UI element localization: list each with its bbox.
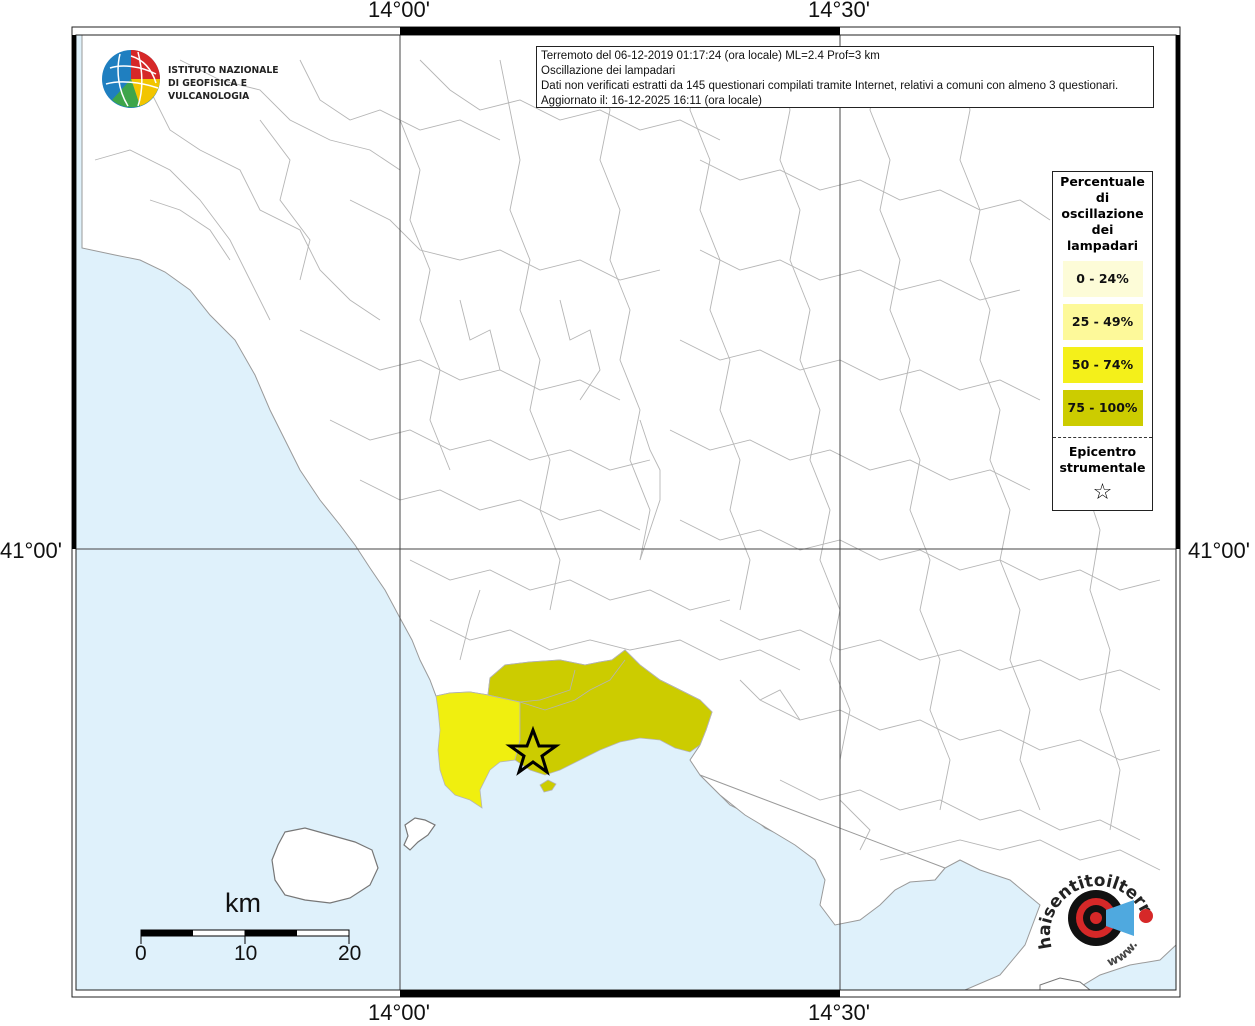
scale-label-10: 10 [234,942,258,965]
legend-title-line: lampadari [1067,238,1138,253]
svg-text:www.: www. [1105,938,1140,969]
title-line-2: Oscillazione dei lampadari [541,65,676,77]
hsi-logo-www: www. [1105,938,1140,969]
legend-title-line: oscillazione [1061,206,1144,221]
legend: Percentuale di oscillazione dei lampadar… [1052,171,1153,511]
scale-label-20: 20 [338,942,362,965]
legend-title-line: dei [1091,222,1114,237]
lon-tick-bottom-2: 14°30' [808,1000,870,1025]
ingv-logo: ISTITUTO NAZIONALE DI GEOFISICA E VULCAN… [100,48,315,110]
scale-label-0: 0 [135,942,147,965]
legend-title: Percentuale di oscillazione dei lampadar… [1053,174,1152,254]
globe-icon [102,50,160,108]
lon-tick-top-2: 14°30' [808,0,870,22]
legend-class-2: 50 - 74% [1062,347,1143,383]
legend-epicenter-line: strumentale [1059,460,1146,475]
logo-line1: ISTITUTO NAZIONALE [168,65,279,76]
legend-title-line: Percentuale [1060,174,1145,189]
star-icon: ☆ [1092,480,1113,505]
legend-class-0: 0 - 24% [1062,261,1143,297]
legend-epicenter-title: Epicentro strumentale [1053,444,1152,476]
hsi-logo-graphic: haisentitoilterremoto.it www. [1025,843,1155,969]
logo-line2: DI GEOFISICA E VULCANOLOGIA [168,78,250,102]
lon-tick-top-1: 14°00' [368,0,430,22]
scale-bar: km 0 10 20 [135,886,375,966]
lat-tick-left: 41°00' [0,538,62,563]
legend-epicenter-line: Epicentro [1068,444,1137,459]
legend-separator [1053,437,1152,438]
lon-tick-bottom-1: 14°00' [368,1000,430,1025]
legend-title-line: di [1095,190,1110,205]
haisentitoilterremoto-logo[interactable]: haisentitoilterremoto.it www. [1025,843,1164,978]
title-line-3: Dati non verificati estratti da 145 ques… [541,80,1119,92]
lat-tick-right: 41°00' [1188,538,1250,563]
title-line-4: Aggiornato il: 16-12-2025 16:11 (ora loc… [541,95,762,107]
title-box: Terremoto del 06-12-2019 01:17:24 (ora l… [536,46,1154,108]
title-line-1: Terremoto del 06-12-2019 01:17:24 (ora l… [541,50,880,62]
legend-class-1: 25 - 49% [1062,304,1143,340]
legend-class-3: 75 - 100% [1062,390,1143,426]
